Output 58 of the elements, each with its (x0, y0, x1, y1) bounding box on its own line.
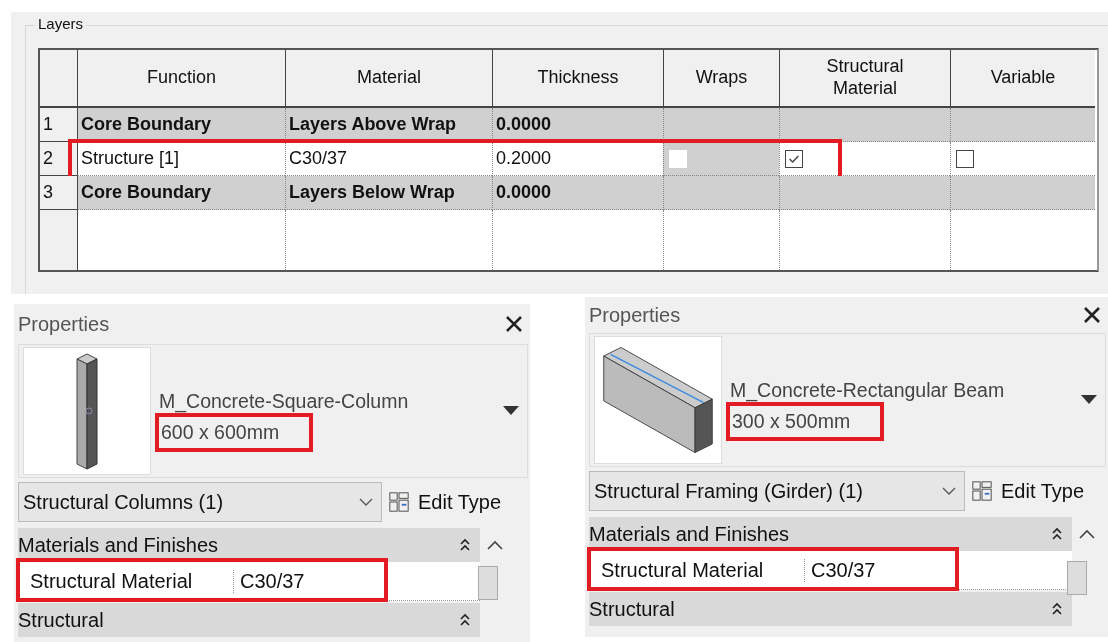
group-header: Structural (18, 608, 104, 632)
table-cell[interactable]: 0.0000 (492, 108, 663, 142)
panel-title: Properties (18, 312, 110, 336)
family-name: M_Concrete-Square-Column (159, 390, 409, 413)
close-icon[interactable] (1082, 305, 1102, 325)
group-header: Materials and Finishes (18, 533, 219, 557)
row-header (40, 210, 77, 270)
table-cell[interactable] (950, 108, 1095, 142)
dropdown-arrow-icon[interactable] (1081, 395, 1097, 405)
family-name: M_Concrete-Rectangular Beam (730, 379, 1005, 402)
property-value[interactable]: C30/37 (805, 558, 876, 582)
group-header: Structural (589, 597, 675, 621)
table-cell[interactable]: Core Boundary (77, 108, 285, 142)
checkbox[interactable] (956, 149, 974, 168)
column-header: Structural Material (779, 50, 950, 108)
panel-title: Properties (589, 303, 681, 327)
scrollbar-thumb[interactable] (1067, 561, 1087, 595)
collapse-icon[interactable] (460, 538, 470, 552)
edit-type-button[interactable]: Edit Type (971, 479, 1085, 503)
table-cell[interactable] (663, 176, 779, 210)
column-header: Material (285, 50, 492, 108)
type-selector[interactable]: M_Concrete-Rectangular Beam 300 x 500mm (589, 333, 1106, 467)
edit-type-icon (971, 480, 993, 502)
property-value[interactable]: C30/37 (234, 569, 305, 593)
collapse-icon[interactable] (460, 613, 470, 627)
corner-cell (40, 50, 77, 108)
chevron-down-icon (359, 498, 373, 506)
category-dropdown[interactable]: Structural Framing (Girder) (1) (589, 471, 965, 511)
property-name: Structural Material (589, 558, 805, 582)
column-header: Function (77, 50, 285, 108)
group-header: Materials and Finishes (589, 522, 790, 546)
column-header: Wraps (663, 50, 779, 108)
checkbox[interactable] (785, 149, 803, 168)
table-cell[interactable] (663, 142, 779, 176)
collapse-icon[interactable] (1052, 602, 1062, 616)
table-cell[interactable] (779, 176, 950, 210)
row-number: 3 (40, 176, 77, 210)
scroll-up-icon[interactable] (487, 540, 503, 550)
scrollbar-thumb[interactable] (478, 566, 498, 600)
table-cell[interactable] (950, 176, 1095, 210)
edit-type-icon (388, 491, 410, 513)
chevron-down-icon (942, 487, 956, 495)
property-name: Structural Material (18, 569, 234, 593)
table-cell[interactable]: 0.0000 (492, 176, 663, 210)
table-cell[interactable] (779, 108, 950, 142)
table-cell[interactable]: Layers Below Wrap (285, 176, 492, 210)
type-selector[interactable]: M_Concrete-Square-Column 600 x 600mm (18, 344, 528, 478)
column-header: Variable (950, 50, 1095, 108)
table-cell[interactable]: Core Boundary (77, 176, 285, 210)
dropdown-arrow-icon[interactable] (503, 406, 519, 416)
scroll-up-icon[interactable] (1079, 529, 1095, 539)
close-icon[interactable] (504, 314, 524, 334)
edit-type-button[interactable]: Edit Type (388, 490, 502, 514)
collapse-icon[interactable] (1052, 527, 1062, 541)
table-cell[interactable]: Layers Above Wrap (285, 108, 492, 142)
column-header: Thickness (492, 50, 663, 108)
category-dropdown[interactable]: Structural Columns (1) (18, 482, 382, 522)
row-number: 1 (40, 108, 77, 142)
